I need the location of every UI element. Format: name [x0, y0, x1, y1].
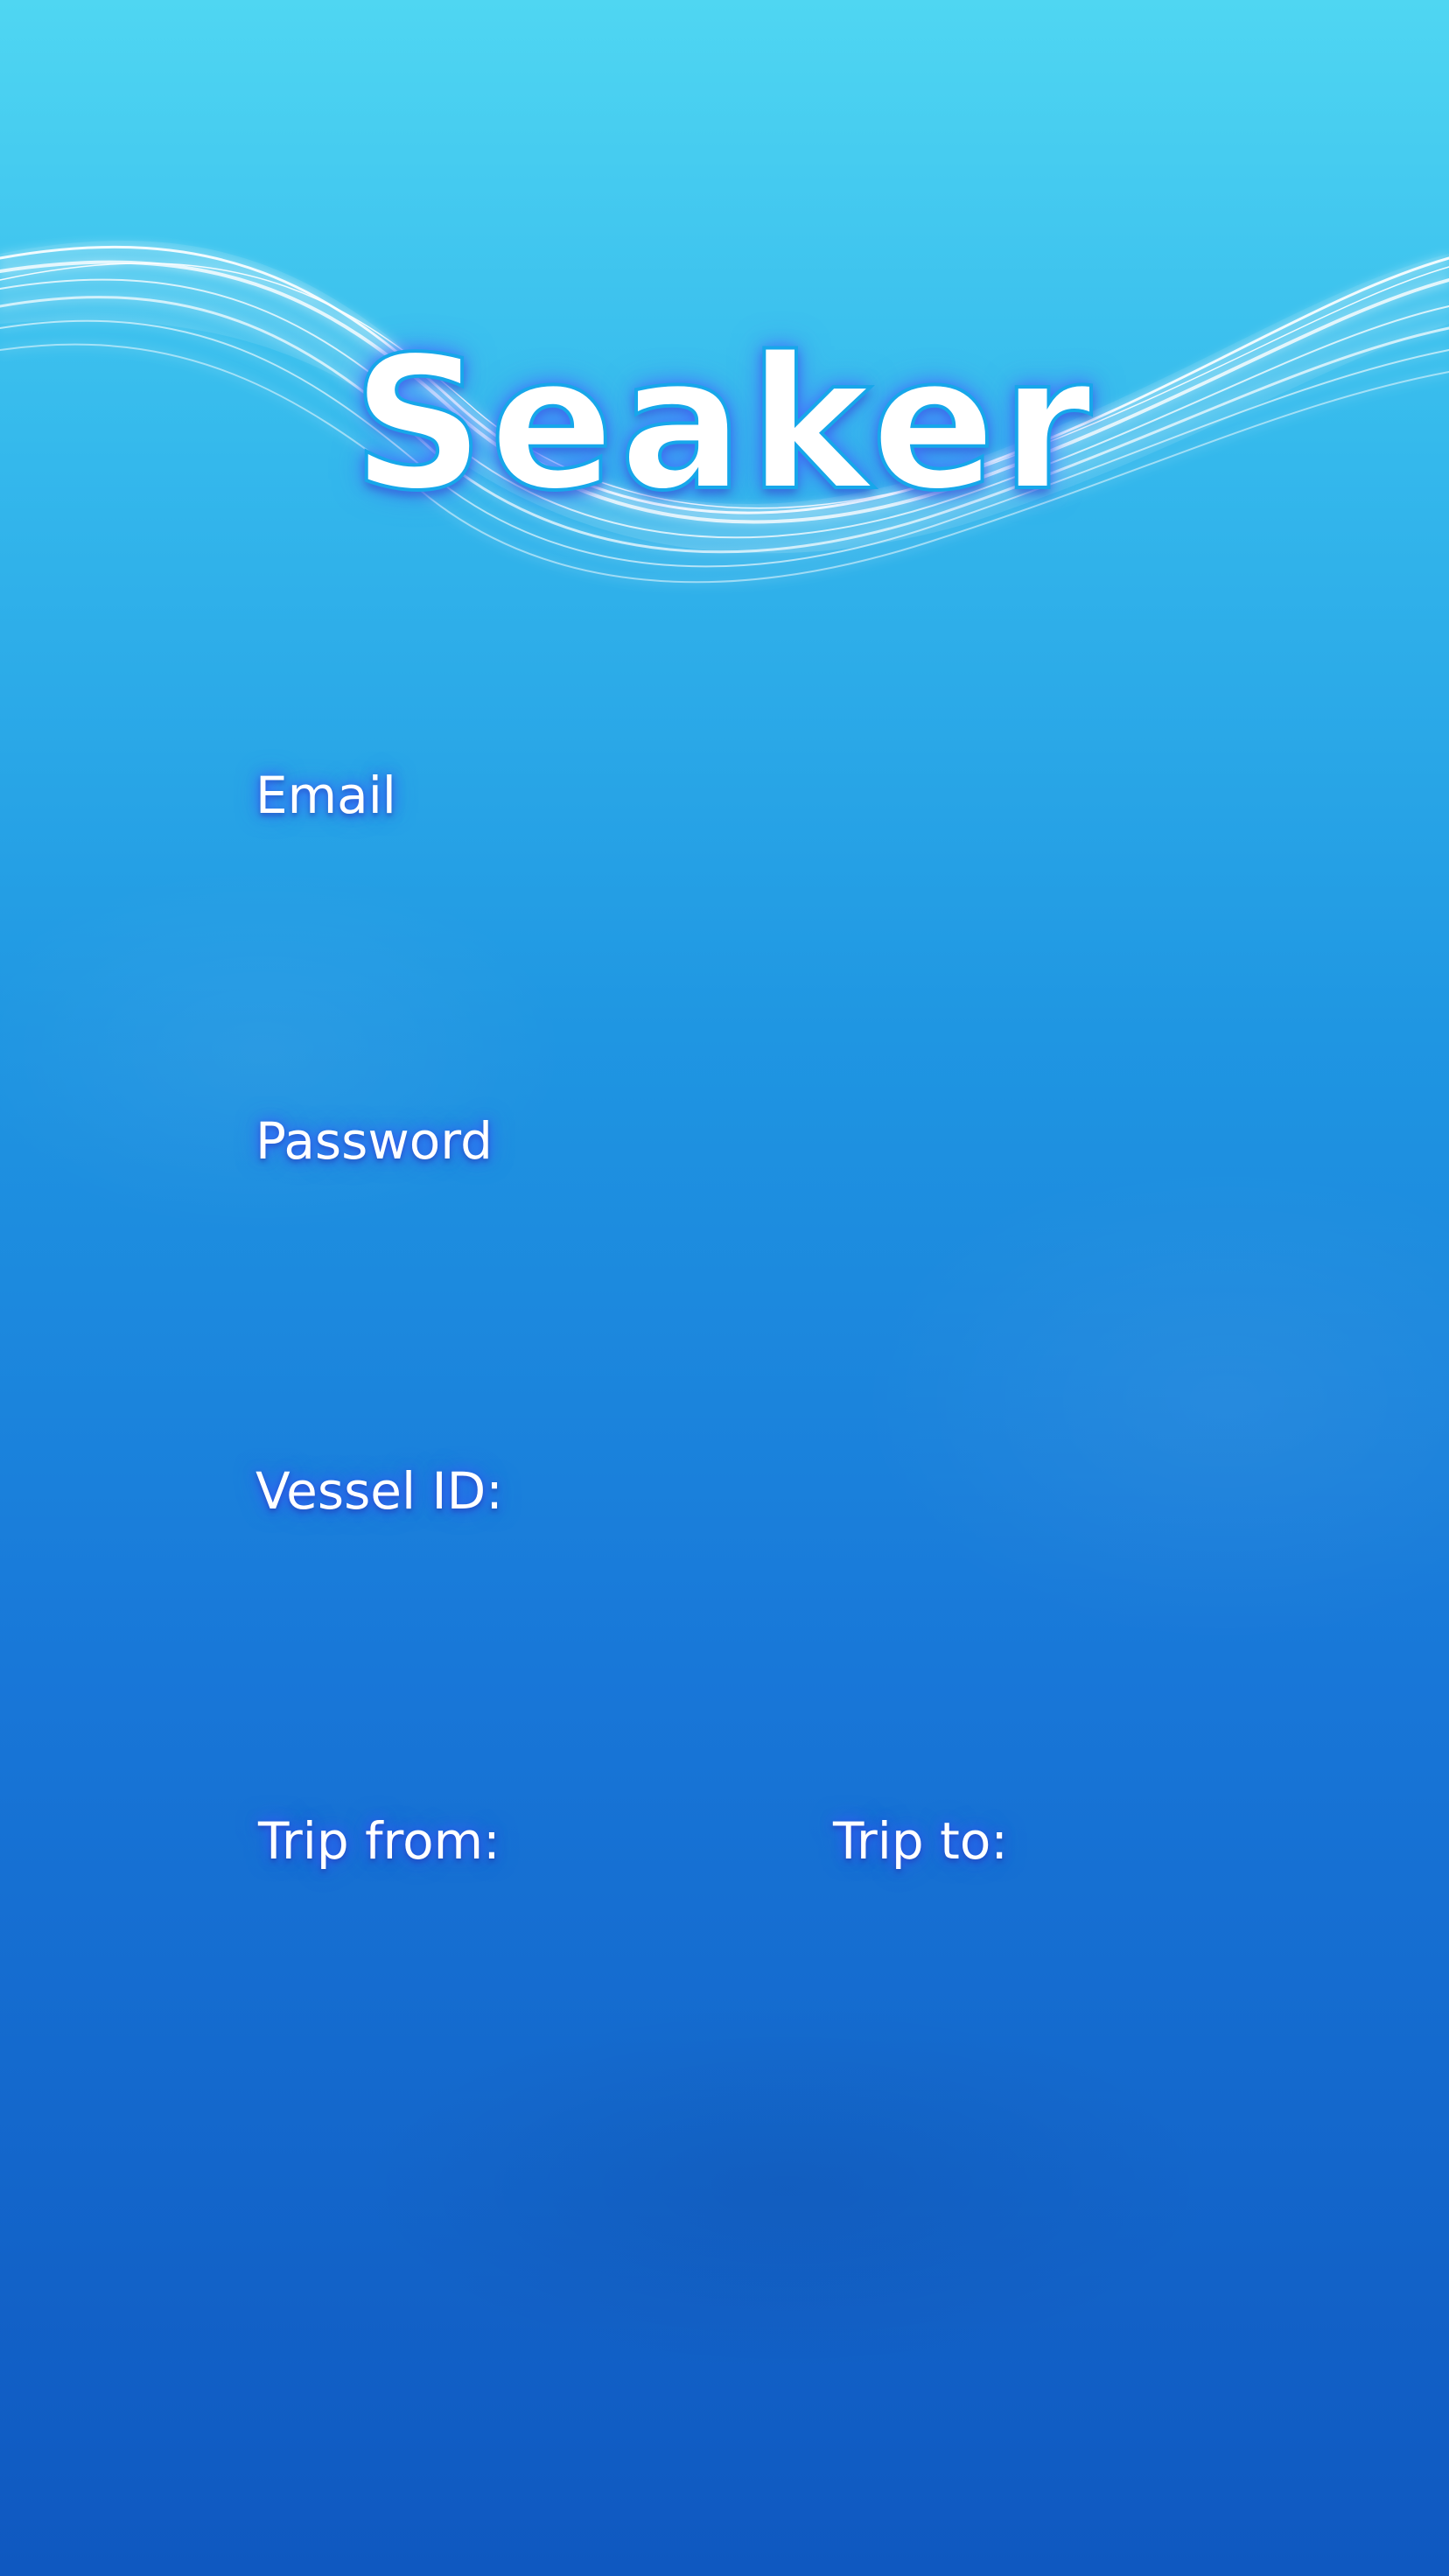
login-screen: Seaker Email Password Vessel ID: Trip fr… [0, 0, 1449, 2576]
trip-to-label: Trip to: [833, 1811, 1008, 1871]
app-title: Seaker [350, 317, 1097, 531]
password-label: Password [256, 1111, 493, 1171]
vessel-id-input[interactable] [256, 1536, 1197, 1642]
email-input[interactable] [256, 840, 1197, 947]
trip-from-input[interactable] [258, 1886, 752, 1992]
trip-from-label: Trip from: [258, 1811, 500, 1871]
email-label: Email [256, 766, 396, 825]
vessel-id-label: Vessel ID: [256, 1461, 503, 1521]
password-input[interactable] [256, 1186, 1197, 1292]
trip-to-input[interactable] [833, 1886, 1326, 1992]
